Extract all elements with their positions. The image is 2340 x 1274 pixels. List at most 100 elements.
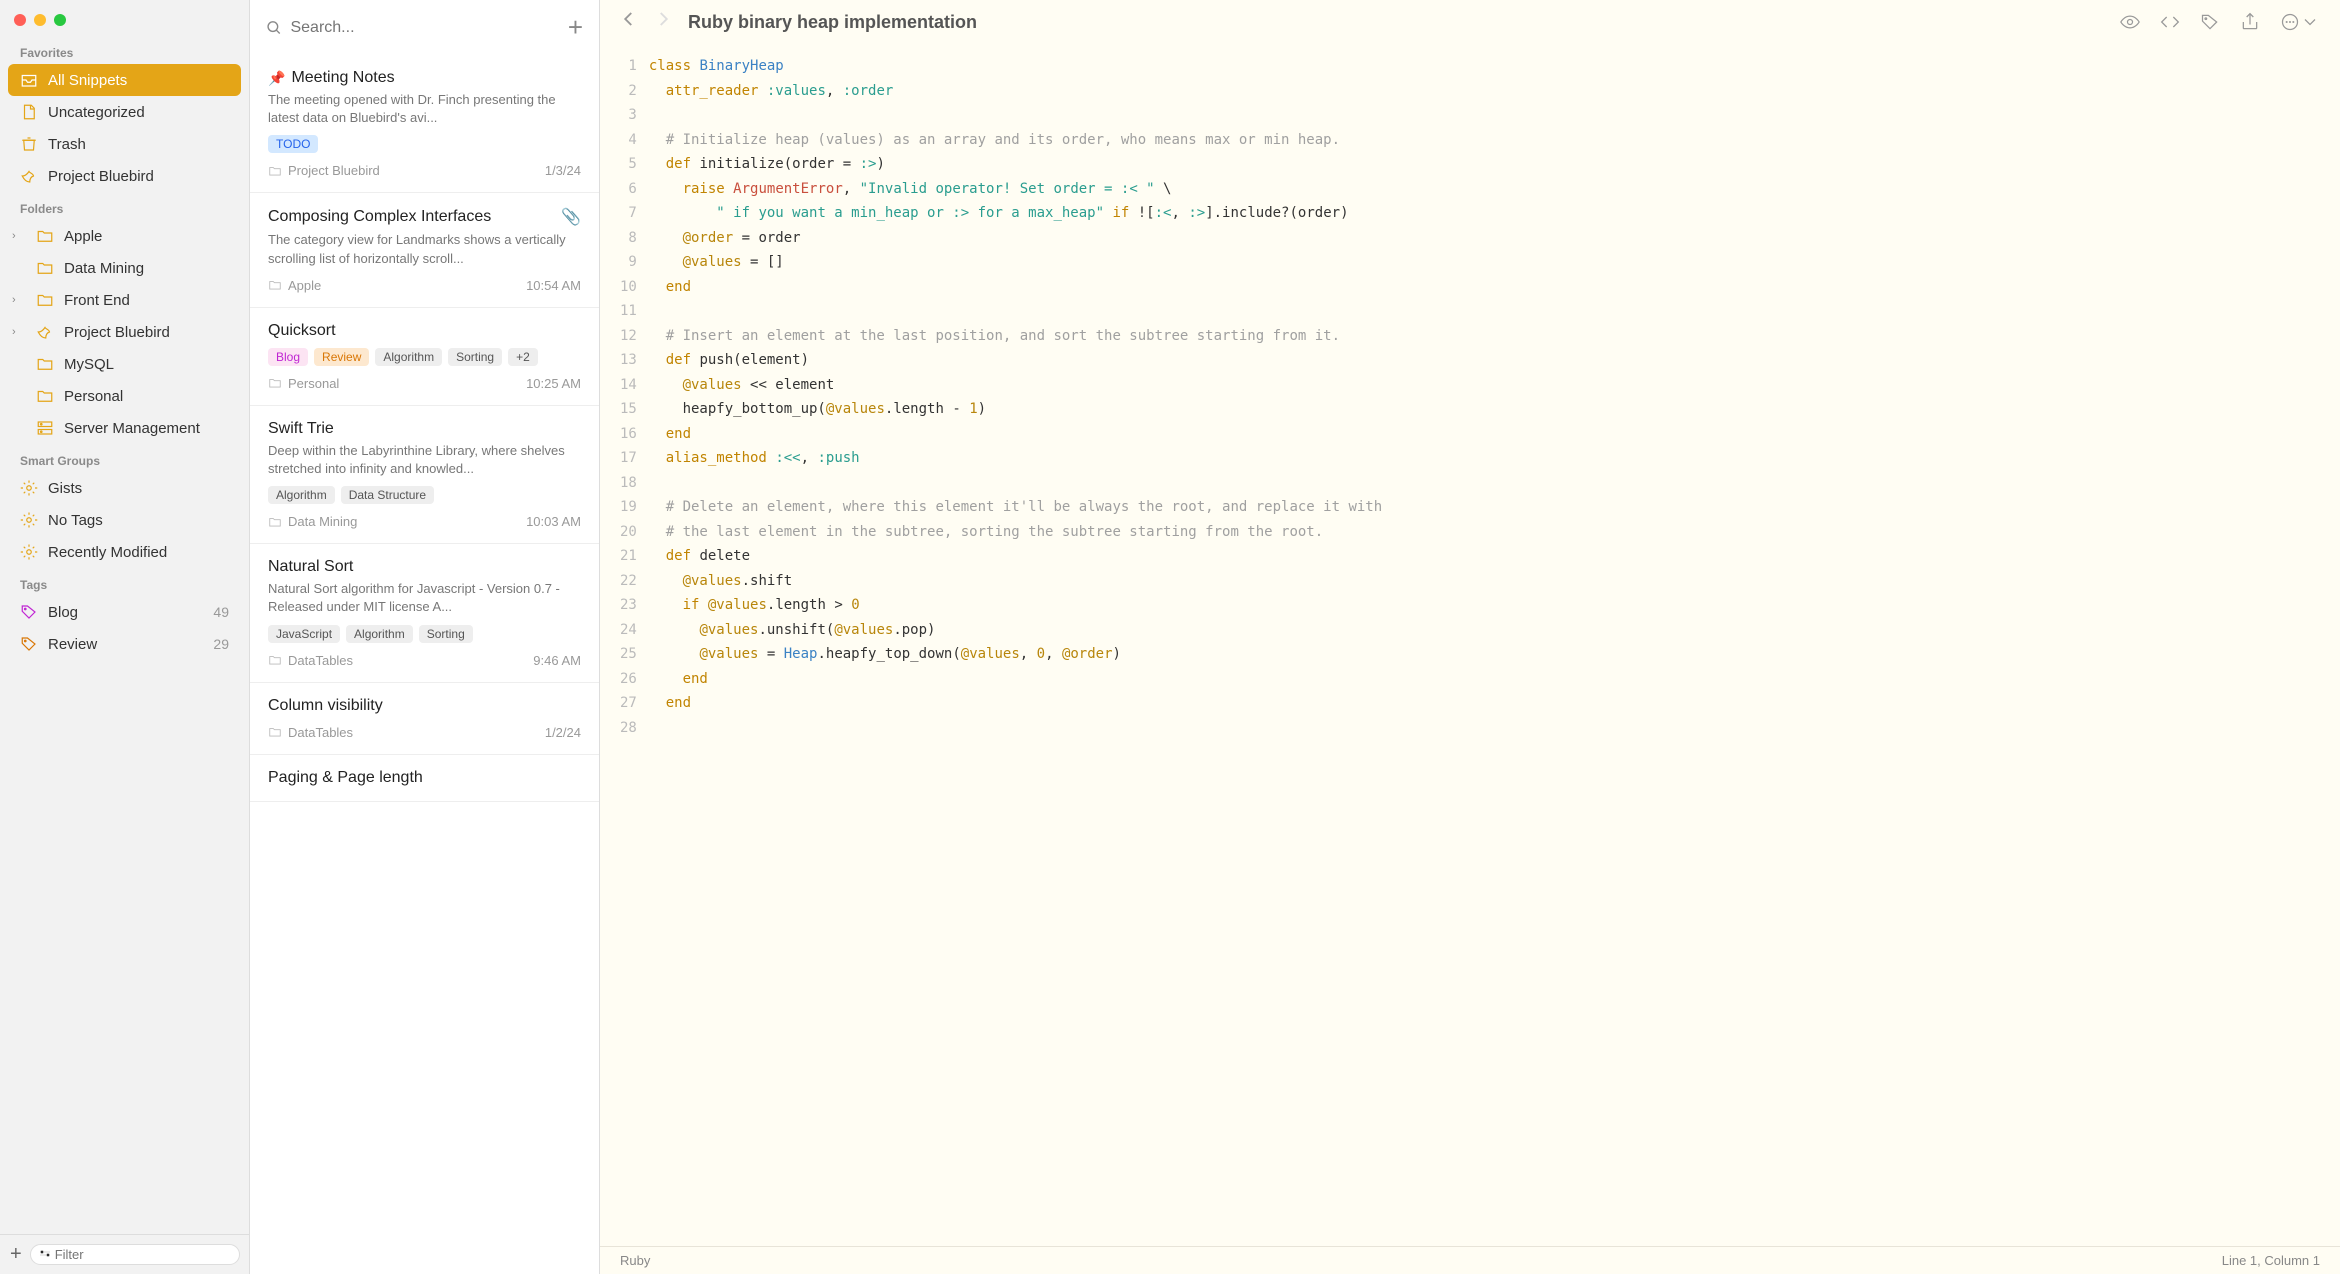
folder-icon	[36, 419, 54, 437]
code-editor[interactable]: 1234567891011121314151617181920212223242…	[600, 44, 2340, 1246]
gear-icon	[20, 511, 38, 529]
snippet-title: Paging & Page length	[268, 769, 423, 787]
favorites-header: Favorites	[8, 36, 241, 64]
tag-icon	[20, 603, 38, 621]
share-button[interactable]	[2240, 12, 2260, 32]
tag-pill[interactable]: +2	[508, 348, 538, 366]
folders-header: Folders	[8, 192, 241, 220]
sidebar-smart-item[interactable]: No Tags	[8, 504, 241, 536]
sidebar-folder-item[interactable]: › Front End	[8, 284, 241, 316]
snippet-title: Composing Complex Interfaces	[268, 208, 491, 226]
folder-icon	[36, 355, 54, 373]
tag-pill[interactable]: Sorting	[419, 625, 473, 643]
minimize-window-button[interactable]	[34, 14, 46, 26]
snippet-item[interactable]: 📌 Meeting Notes The meeting opened with Dr…	[250, 55, 599, 193]
sidebar-folder-item[interactable]: Personal	[8, 380, 241, 412]
snippet-item[interactable]: Column visibilityDataTables1/2/24	[250, 683, 599, 755]
snippet-date: 1/3/24	[545, 163, 581, 178]
sidebar-item-label: Apple	[64, 228, 102, 245]
sidebar-folder-item[interactable]: › Project Bluebird	[8, 316, 241, 348]
maximize-window-button[interactable]	[54, 14, 66, 26]
snippet-item[interactable]: Quicksort Blog Review Algorithm Sorting +2 Per…	[250, 308, 599, 406]
sidebar: Favorites All Snippets UncategorizedTrash…	[0, 0, 250, 1274]
gear-icon	[20, 479, 38, 497]
snippet-item[interactable]: Natural SortNatural Sort algorithm for J…	[250, 544, 599, 682]
sidebar-tag-item[interactable]: Review 29	[8, 628, 241, 660]
snippet-item[interactable]: Swift TrieDeep within the Labyrinthine L…	[250, 406, 599, 544]
sidebar-item-label: Blog	[48, 604, 78, 621]
tag-pill[interactable]: Review	[314, 348, 369, 366]
new-snippet-button[interactable]: +	[568, 12, 583, 43]
forward-button[interactable]	[654, 10, 672, 34]
more-button[interactable]	[2280, 12, 2320, 32]
code-button[interactable]	[2160, 12, 2180, 32]
cursor-position: Line 1, Column 1	[2222, 1253, 2320, 1268]
chevron-right-icon[interactable]: ›	[12, 294, 24, 306]
tag-pill[interactable]: Algorithm	[268, 486, 335, 504]
sidebar-favorite-item[interactable]: All Snippets	[8, 64, 241, 96]
sidebar-item-label: Front End	[64, 292, 130, 309]
pin-icon: 📌	[268, 70, 285, 87]
tag-pill[interactable]: JavaScript	[268, 625, 340, 643]
snippet-item[interactable]: Paging & Page length	[250, 755, 599, 802]
sidebar-item-label: No Tags	[48, 512, 103, 529]
sidebar-favorite-item[interactable]: Trash	[8, 128, 241, 160]
tags-header: Tags	[8, 568, 241, 596]
code-content[interactable]: class BinaryHeap attr_reader :values, :o…	[649, 44, 1402, 1246]
chevron-right-icon[interactable]: ›	[12, 230, 24, 242]
folder-icon	[36, 291, 54, 309]
snippet-date: 10:03 AM	[526, 514, 581, 529]
snippet-title: Quicksort	[268, 322, 336, 340]
tag-pill[interactable]: Data Structure	[341, 486, 434, 504]
tag-pill[interactable]: Algorithm	[346, 625, 413, 643]
snippet-list-panel: + 📌 Meeting Notes The meeting opened with …	[250, 0, 600, 1274]
sidebar-folder-item[interactable]: › Apple	[8, 220, 241, 252]
snippet-folder: DataTables	[268, 725, 353, 740]
back-button[interactable]	[620, 10, 638, 34]
snippet-item[interactable]: Composing Complex Interfaces 📎 The categor…	[250, 193, 599, 307]
add-button[interactable]: +	[10, 1243, 22, 1266]
attachment-icon: 📎	[561, 207, 581, 227]
filter-field[interactable]	[30, 1244, 240, 1265]
sidebar-smart-item[interactable]: Gists	[8, 472, 241, 504]
preview-button[interactable]	[2120, 12, 2140, 32]
sidebar-item-label: Review	[48, 636, 97, 653]
snippet-excerpt: The category view for Landmarks shows a …	[268, 231, 581, 267]
tag-count: 29	[213, 636, 229, 652]
sidebar-favorite-item[interactable]: Uncategorized	[8, 96, 241, 128]
sidebar-item-label: Project Bluebird	[64, 324, 170, 341]
sidebar-folder-item[interactable]: Server Management	[8, 412, 241, 444]
close-window-button[interactable]	[14, 14, 26, 26]
folder-icon	[36, 259, 54, 277]
snippet-excerpt: The meeting opened with Dr. Finch presen…	[268, 91, 581, 127]
document-title: Ruby binary heap implementation	[688, 12, 2104, 33]
folder-icon	[36, 387, 54, 405]
search-input[interactable]	[290, 19, 557, 37]
folder-icon	[36, 323, 54, 341]
snippet-folder: Project Bluebird	[268, 163, 380, 178]
snippet-folder: Personal	[268, 376, 339, 391]
tag-pill[interactable]: Algorithm	[375, 348, 442, 366]
snippet-date: 10:54 AM	[526, 278, 581, 293]
gear-icon	[20, 543, 38, 561]
tag-pill[interactable]: TODO	[268, 135, 318, 153]
sidebar-folder-item[interactable]: Data Mining	[8, 252, 241, 284]
sidebar-favorite-item[interactable]: Project Bluebird	[8, 160, 241, 192]
language-indicator[interactable]: Ruby	[620, 1253, 650, 1268]
sidebar-tag-item[interactable]: Blog49	[8, 596, 241, 628]
sidebar-item-label: Server Management	[64, 420, 200, 437]
tag-pill[interactable]: Sorting	[448, 348, 502, 366]
sidebar-item-label: All Snippets	[48, 72, 127, 89]
snippet-excerpt: Deep within the Labyrinthine Library, wh…	[268, 442, 581, 478]
snippet-title: Natural Sort	[268, 558, 353, 576]
sidebar-item-label: Gists	[48, 480, 82, 497]
filter-input[interactable]	[55, 1247, 231, 1262]
sidebar-folder-item[interactable]: MySQL	[8, 348, 241, 380]
bird-icon	[20, 167, 38, 185]
snippet-title: Meeting Notes	[291, 69, 394, 87]
tag-button[interactable]	[2200, 12, 2220, 32]
sidebar-item-label: Personal	[64, 388, 123, 405]
sidebar-smart-item[interactable]: Recently Modified	[8, 536, 241, 568]
chevron-right-icon[interactable]: ›	[12, 326, 24, 338]
tag-pill[interactable]: Blog	[268, 348, 308, 366]
